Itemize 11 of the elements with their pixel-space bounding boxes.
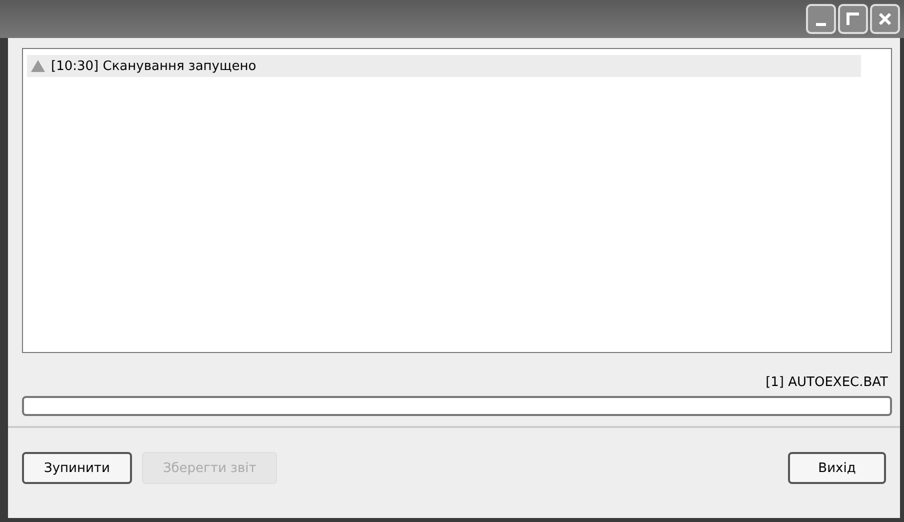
action-button[interactable]: Вихід (788, 452, 886, 484)
maximize-button[interactable] (838, 4, 868, 34)
warning-icon (31, 60, 45, 72)
current-file-text: [1] AUTOEXEC.BAT (766, 375, 888, 390)
log-entry[interactable]: [10:30] Сканування запущено (27, 55, 861, 77)
close-icon (878, 12, 892, 26)
minimize-icon (816, 22, 826, 26)
close-button[interactable] (870, 4, 900, 34)
minimize-button[interactable] (806, 4, 836, 34)
action-button[interactable]: Зупинити (22, 452, 132, 484)
maximize-icon (846, 12, 860, 26)
